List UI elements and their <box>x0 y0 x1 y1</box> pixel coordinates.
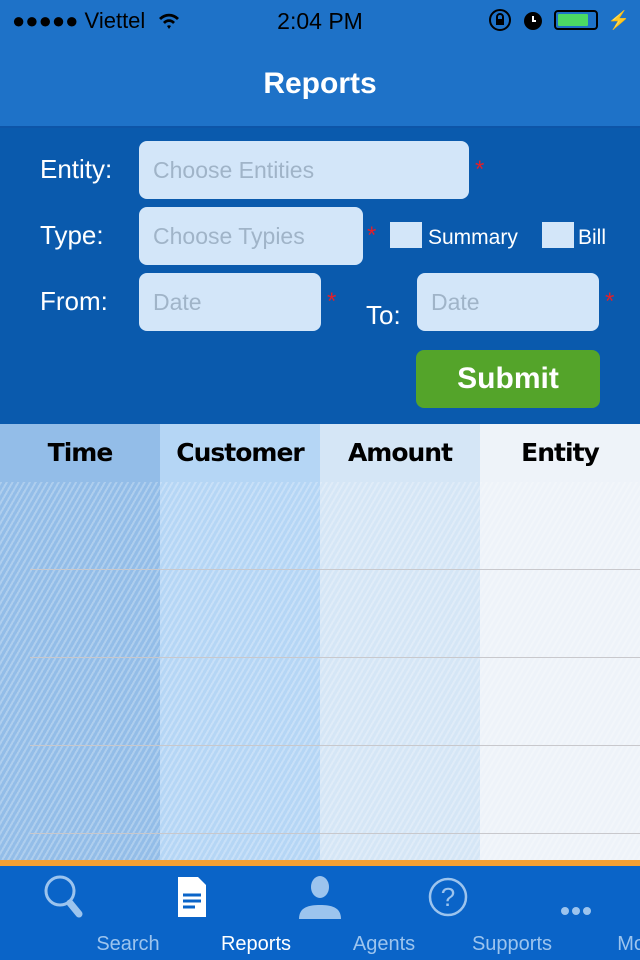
summary-label: Summary <box>428 226 518 249</box>
more-icon <box>561 907 591 915</box>
page-title: Reports <box>0 40 640 128</box>
charging-icon: ⚡ <box>607 9 630 30</box>
column-header[interactable]: Amount <box>320 424 480 482</box>
search-icon <box>44 875 83 918</box>
question-icon: ? <box>428 877 468 917</box>
tab-agents[interactable]: Agents <box>256 866 415 960</box>
type-input[interactable] <box>139 207 363 265</box>
alarm-icon <box>523 12 542 30</box>
tab-reports[interactable]: Reports <box>128 866 291 960</box>
entity-input[interactable] <box>139 141 469 199</box>
required-mark: * <box>475 156 485 183</box>
tab-more[interactable]: More <box>512 866 640 960</box>
report-table: Time Customer Amount Entity <box>0 424 640 860</box>
column-amount: Amount <box>320 424 480 860</box>
column-header[interactable]: Customer <box>160 424 320 482</box>
type-label: Type: <box>40 220 104 250</box>
bill-checkbox[interactable] <box>542 222 574 248</box>
from-date-input[interactable] <box>139 273 321 331</box>
row-divider <box>30 745 640 746</box>
from-label: From: <box>40 286 108 316</box>
required-mark: * <box>605 288 615 315</box>
rotation-lock-icon <box>488 9 511 31</box>
battery-icon <box>553 10 598 30</box>
column-header[interactable]: Time <box>0 424 160 482</box>
entity-label: Entity: <box>40 154 113 184</box>
column-time: Time <box>0 424 160 860</box>
tab-bar: Search Reports Agents ?Supports More <box>0 866 640 960</box>
column-customer: Customer <box>160 424 320 860</box>
to-label: To: <box>366 300 401 330</box>
row-divider <box>30 833 640 834</box>
column-header[interactable]: Entity <box>480 424 640 482</box>
status-bar: ●●●●● Viettel 2:04 PM ⚡ <box>0 0 640 40</box>
row-divider <box>30 657 640 658</box>
summary-checkbox[interactable] <box>390 222 422 248</box>
required-mark: * <box>367 222 377 249</box>
bill-label: Bill <box>578 226 607 249</box>
tab-supports[interactable]: ? Supports <box>384 866 552 960</box>
to-date-input[interactable] <box>417 273 599 331</box>
document-icon <box>178 877 206 917</box>
person-icon <box>299 876 341 919</box>
submit-button[interactable]: Submit <box>416 350 600 408</box>
report-filter-form: Entity: * Type: * Summary Bill From: * T… <box>0 128 640 424</box>
row-divider <box>30 569 640 570</box>
svg-text:?: ? <box>441 882 455 912</box>
tab-search[interactable]: Search <box>0 866 160 960</box>
required-mark: * <box>327 288 337 315</box>
column-entity: Entity <box>480 424 640 860</box>
